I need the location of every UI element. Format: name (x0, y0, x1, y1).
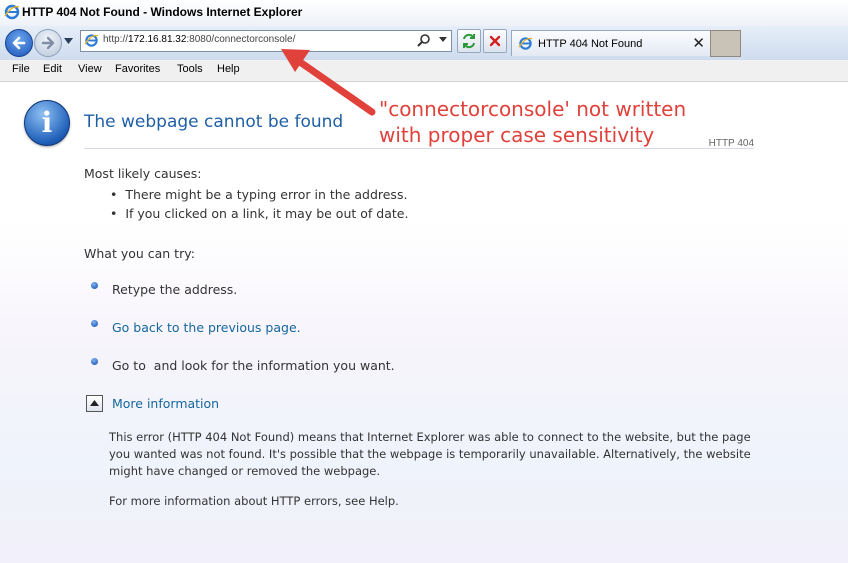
window-title: HTTP 404 Not Found - Windows Internet Ex… (22, 5, 303, 19)
back-button[interactable] (5, 29, 33, 57)
help-text: For more information about HTTP errors, … (109, 494, 399, 508)
cause-item: • If you clicked on a link, it may be ou… (110, 206, 409, 221)
causes-title: Most likely causes: (84, 166, 202, 181)
recent-pages-dropdown-icon[interactable] (64, 38, 73, 44)
title-bar: HTTP 404 Not Found - Windows Internet Ex… (0, 0, 848, 26)
tab-http-404[interactable]: HTTP 404 Not Found ✕ (511, 30, 712, 56)
page-title: The webpage cannot be found (84, 112, 344, 132)
menu-favorites[interactable]: Favorites (115, 63, 160, 75)
more-info-text: This error (HTTP 404 Not Found) means th… (109, 430, 751, 478)
new-tab-button[interactable] (710, 30, 741, 57)
annotation-text: "connectorconsole' not written with prop… (379, 96, 686, 148)
navigation-toolbar: http://172.16.81.32:8080/connectorconsol… (0, 26, 848, 61)
stop-icon (489, 35, 501, 47)
try-bullet-icon (91, 282, 98, 289)
try-go-to: Go to and look for the information you w… (112, 358, 395, 373)
annotation-line-1: "connectorconsole' not written (379, 97, 687, 121)
more-info-toggle-button[interactable] (86, 395, 103, 412)
menu-bar: File Edit View Favorites Tools Help (0, 60, 848, 82)
back-arrow-icon (12, 36, 26, 50)
address-bar[interactable]: http://172.16.81.32:8080/connectorconsol… (80, 30, 452, 52)
cause-text: There might be a typing error in the add… (125, 187, 408, 202)
address-url[interactable]: http://172.16.81.32:8080/connectorconsol… (103, 34, 295, 45)
address-dropdown-icon[interactable] (439, 37, 447, 42)
chevron-up-icon (90, 400, 99, 406)
page-ie-icon (84, 34, 99, 47)
refresh-button[interactable] (457, 29, 481, 53)
forward-button[interactable] (34, 29, 62, 57)
forward-arrow-icon (41, 36, 55, 50)
go-back-link[interactable]: Go back to the previous page. (112, 320, 301, 335)
tab-ie-icon (518, 37, 533, 50)
search-icon[interactable] (417, 33, 431, 47)
url-host: 172.16.81.32 (128, 34, 187, 45)
url-scheme: http:// (103, 34, 129, 45)
try-retype: Retype the address. (112, 282, 238, 297)
cause-item: • There might be a typing error in the a… (110, 187, 408, 202)
menu-tools[interactable]: Tools (177, 63, 203, 75)
cause-text: If you clicked on a link, it may be out … (125, 206, 409, 221)
tab-close-icon[interactable]: ✕ (692, 34, 705, 52)
stop-button[interactable] (483, 29, 507, 53)
tab-label: HTTP 404 Not Found (538, 38, 643, 50)
try-bullet-icon (91, 358, 98, 365)
url-path: :8080/connectorconsole/ (186, 34, 296, 45)
more-info-link[interactable]: More information (112, 396, 219, 411)
info-icon: i (24, 100, 70, 146)
try-title: What you can try: (84, 246, 195, 261)
heading-divider (84, 148, 754, 149)
menu-view[interactable]: View (78, 63, 102, 75)
annotation-line-2: with proper case sensitivity (379, 123, 655, 147)
menu-help[interactable]: Help (217, 63, 240, 75)
try-bullet-icon (91, 320, 98, 327)
menu-edit[interactable]: Edit (43, 63, 62, 75)
menu-file[interactable]: File (12, 63, 30, 75)
refresh-icon (463, 33, 475, 49)
ie-logo-icon (4, 4, 20, 20)
page-content: i The webpage cannot be found HTTP 404 M… (0, 82, 848, 563)
